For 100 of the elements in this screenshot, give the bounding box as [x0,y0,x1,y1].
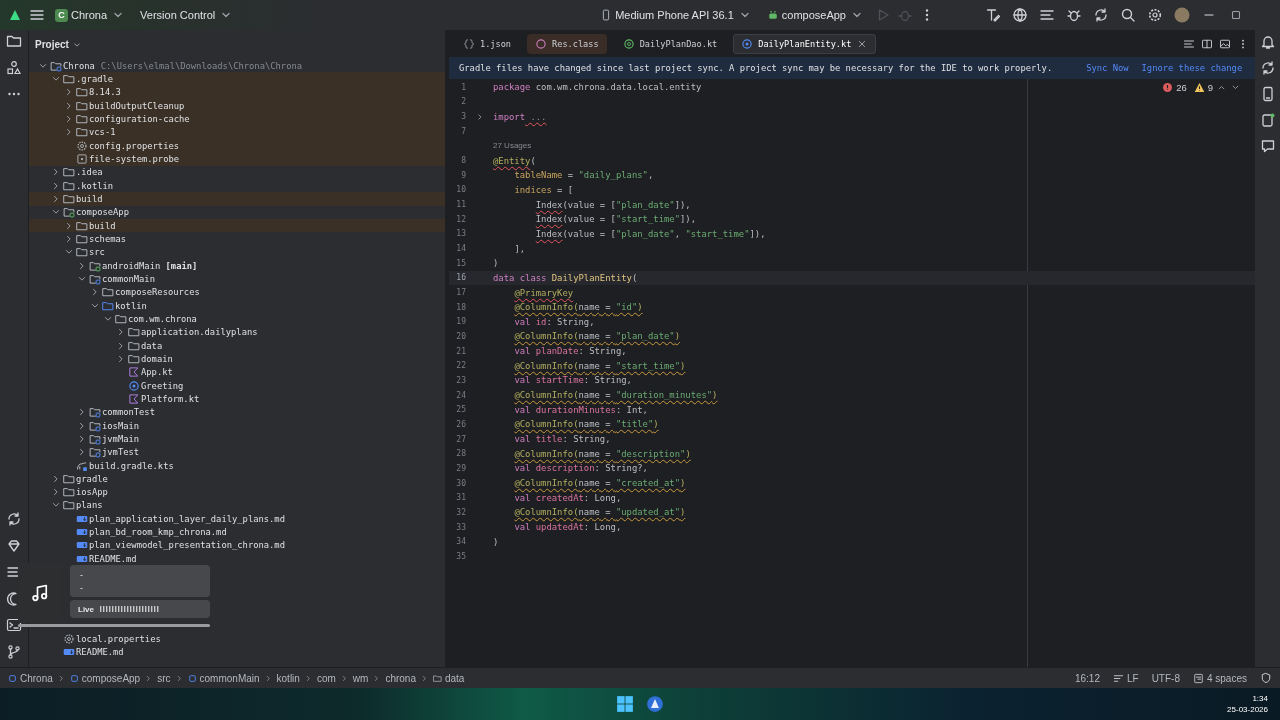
run-configuration[interactable]: composeApp [762,5,869,25]
project-badge: C [55,8,68,22]
tree-item[interactable]: plan_application_layer_daily_plans.md [29,512,445,526]
tree-item[interactable]: .kotlin [29,178,445,193]
settings-icon[interactable] [1147,7,1163,23]
tree-item[interactable]: jvmTest [29,445,445,459]
tree-item[interactable]: src [29,245,445,259]
tree-item[interactable]: data [29,338,445,353]
tree-item[interactable]: iosMain [29,418,445,433]
tree-item[interactable]: composeResources [29,285,445,299]
clock-date[interactable]: 25-03-2026 [1227,704,1268,716]
warning-count[interactable]: 9 [1207,82,1213,93]
breadcrumb[interactable]: kotlin [276,672,300,684]
app-icon[interactable] [646,695,664,713]
git-branch-icon[interactable] [6,644,22,660]
sync-now-link[interactable]: Sync Now [1086,63,1129,73]
tree-item[interactable]: build [29,218,445,233]
editor-tab[interactable]: DailyPlanDao.kt [614,33,726,54]
folder-icon [63,499,75,512]
tree-item[interactable]: build [29,192,445,206]
breadcrumb[interactable]: composeApp [69,672,141,684]
breadcrumb[interactable]: wm [352,672,369,684]
structure-icon[interactable] [6,59,22,76]
tree-item[interactable]: commonMain [29,272,445,286]
tree-item[interactable]: application.dailyplans [29,325,445,339]
sync-icon[interactable] [1093,7,1109,23]
tree-item[interactable]: plan_viewmodel_presentation_chrona.md [29,538,445,553]
tree-item[interactable]: App.kt [29,365,445,379]
tree-item[interactable]: Platform.kt [29,392,445,406]
split-icon[interactable] [1201,37,1213,50]
editor-tab[interactable]: Res.class [527,33,607,54]
module-folder-icon [89,432,101,445]
tree-item[interactable]: plan_bd_room_kmp_chrona.md [29,525,445,539]
tree-item[interactable]: schemas [29,232,445,246]
file-encoding[interactable]: UTF-8 [1151,672,1180,684]
tree-item[interactable]: configuration-cache [29,112,445,126]
list-icon[interactable] [1039,7,1055,23]
tree-item[interactable]: commonTest [29,405,445,419]
sync-icon[interactable] [1259,60,1276,76]
ignore-changes-link[interactable]: Ignore these change [1141,63,1243,73]
tree-item[interactable]: local.properties [29,632,445,646]
search-icon[interactable] [1120,7,1136,23]
list-icon[interactable] [1183,37,1195,50]
error-count[interactable]: 26 [1176,82,1187,93]
project-switcher[interactable]: C Chrona [51,5,131,25]
breadcrumb[interactable]: com [316,672,336,684]
avatar-icon[interactable] [1174,7,1190,23]
breadcrumb[interactable]: Chrona [8,672,53,684]
breadcrumb[interactable]: src [157,672,171,684]
sync-icon[interactable] [6,511,22,528]
terminal-icon[interactable] [6,617,22,634]
clock-time[interactable]: 1:34 [1227,692,1268,704]
line-number: 31 [455,493,466,503]
tree-item[interactable]: file-system.probe [29,152,445,166]
shield-icon[interactable] [1260,672,1272,684]
tree-item[interactable]: iosApp [29,485,445,499]
tree-item[interactable]: domain [29,352,445,366]
device-selector[interactable]: Medium Phone API 36.1 [596,5,757,25]
cursor-position[interactable]: 16:12 [1074,672,1100,684]
tree-item[interactable]: README.md [29,645,445,659]
line-number: 18 [455,302,466,312]
editor-tab[interactable]: DailyPlanEntity.kt [733,33,877,54]
breadcrumb[interactable]: data [432,672,465,684]
line-number: 21 [455,346,466,356]
diamond-icon[interactable] [6,537,22,554]
panel-title[interactable]: Project [35,38,83,51]
edit-icon[interactable] [985,7,1001,23]
banner-message: Gradle files have changed since last project sync. A project sync may be necessary for the IDE to work properly. [459,63,1053,73]
module-folder-icon [89,419,101,432]
error-icon[interactable] [1162,82,1174,93]
tree-item[interactable]: plans [29,498,445,513]
bell-icon[interactable] [1259,34,1276,50]
chat-icon[interactable] [1259,138,1276,154]
tree-item[interactable]: README.md [29,552,445,566]
clipboard-icon[interactable] [1259,112,1276,128]
usages-hint[interactable]: 27 Usages [493,141,532,151]
breadcrumb[interactable]: commonMain [187,672,260,684]
tree-item[interactable]: .idea [29,165,445,179]
tree-item[interactable]: build.gradle.kts [29,458,445,473]
tree-item[interactable]: .gradle [29,72,445,86]
tree-item[interactable]: composeApp [29,205,445,219]
indent-setting[interactable]: 4 spaces [1192,672,1247,684]
tree-item[interactable]: Chrona C:\Users\elmal\Downloads\Chrona\Chrona [29,59,445,73]
tree-item[interactable]: gradle [29,472,445,486]
line-separator[interactable]: LF [1112,672,1139,684]
tree-item[interactable]: kotlin [29,298,445,313]
version-control-menu[interactable]: Version Control [136,5,239,25]
tree-item[interactable]: jvmMain [29,432,445,446]
folder-icon[interactable] [6,33,22,49]
globe-icon[interactable] [1012,7,1028,23]
line-number: 26 [455,419,466,429]
start-icon[interactable] [616,695,634,713]
tree-item[interactable]: Greeting [29,378,445,393]
tree-item[interactable]: com.wm.chrona [29,312,445,326]
editor-tab[interactable]: 1.json [455,33,520,54]
warning-icon[interactable] [1193,82,1205,93]
breadcrumb[interactable]: chrona [385,672,416,684]
menu-icon[interactable] [29,7,45,23]
tree-item[interactable]: androidMain [main] [29,258,445,273]
image-icon[interactable] [1219,37,1231,50]
